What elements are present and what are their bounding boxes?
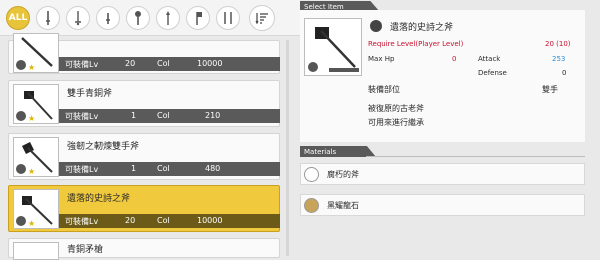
equip-level-value: 20 [125,59,136,68]
max-hp-label: Max Hp [368,55,395,63]
require-level-label: Require Level(Player Level) [368,40,464,48]
star-icon: ★ [28,63,36,72]
list-item[interactable]: ★ 雙手青銅斧 可裝備Lv 1 Col 210 [8,80,280,127]
filter-axe-button[interactable] [186,6,210,30]
axe-type-icon [370,20,382,32]
col-value: 10000 [197,59,223,68]
item-name: 遺落的史詩之斧 [67,194,131,204]
item-name: 強韌之軔煉雙手斧 [67,142,140,152]
material-item[interactable]: 腐朽的斧 [300,163,585,185]
col-value: 10000 [197,216,223,225]
level-badge-icon [15,110,27,122]
level-badge-icon [15,163,27,175]
material-name: 黑耀龍石 [327,201,359,210]
equip-level-label: 可裝備Lv [65,112,99,121]
filter-all-label: ALL [8,13,28,23]
star-icon: ★ [28,167,36,176]
col-value: 480 [205,164,221,173]
equip-level-label: 可裝備Lv [65,60,99,69]
item-thumbnail [13,242,59,260]
equip-level-value: 20 [125,216,136,225]
col-label: Col [157,164,170,173]
filter-mace-button[interactable] [126,6,150,30]
item-thumbnail: ★ [13,33,59,73]
filter-dagger-button[interactable] [96,6,120,30]
one-handed-sword-icon [46,11,50,25]
sort-button[interactable] [249,5,275,31]
list-item[interactable]: 青銅矛槍 [8,238,280,260]
durability-bar [329,68,359,72]
col-label: Col [157,59,170,68]
filter-rapier-button[interactable] [66,6,90,30]
equip-level-value: 1 [131,164,137,173]
require-level-value: 20 (10) [545,40,571,48]
list-item-selected[interactable]: ★ 遺落的史詩之斧 可裝備Lv 20 Col 10000 [8,185,280,232]
item-name: 雙手青銅斧 [67,89,113,99]
detail-item-image [304,18,362,76]
item-stats-strip: 可裝備Lv 20 Col 10000 [59,214,280,228]
filter-two-handed-button[interactable] [216,6,240,30]
star-icon: ★ [28,219,36,228]
equip-level-label: 可裝備Lv [65,165,99,174]
material-item[interactable]: 黑耀龍石 [300,194,585,216]
item-stats-strip: 可裝備Lv 1 Col 480 [59,162,280,176]
slot-label: 裝備部位 [368,85,400,94]
materials-header: Materials [300,146,376,157]
list-scrollbar[interactable] [286,40,289,256]
equip-level-label: 可裝備Lv [65,217,99,226]
sort-icon [255,13,268,25]
item-thumbnail: ★ [13,189,59,229]
star-icon: ★ [28,114,36,123]
spear-icon [166,11,170,25]
list-item[interactable]: ★ 強韌之軔煉雙手斧 可裝備Lv 1 Col 480 [8,133,280,180]
item-detail-panel: 遺落的史詩之斧 Require Level(Player Level) 20 (… [300,10,585,142]
item-thumbnail: ★ [13,137,59,177]
col-value: 210 [205,111,221,120]
materials-header-line [366,156,585,157]
axe-icon [196,12,202,25]
stone-material-icon [304,198,319,213]
col-label: Col [157,216,170,225]
equip-level-value: 1 [131,111,137,120]
mace-icon [135,11,141,25]
level-badge-icon [15,59,27,71]
slot-value: 雙手 [542,85,558,94]
attack-label: Attack [478,55,501,63]
defense-label: Defense [478,69,507,77]
rapier-icon [75,11,81,26]
list-item[interactable]: ★ 可裝備Lv 20 Col 10000 [8,33,280,74]
filter-all-button[interactable]: ALL [6,6,30,30]
filter-spear-button[interactable] [156,6,180,30]
detail-item-name: 遺落的史詩之斧 [390,23,454,33]
item-thumbnail: ★ [13,84,59,124]
max-hp-value: 0 [452,55,457,63]
axe-material-icon [304,167,319,182]
item-stats-strip: 可裝備Lv 1 Col 210 [59,109,280,123]
item-name: 青銅矛槍 [67,245,104,255]
level-badge-icon [307,61,319,73]
item-stats-strip: 可裝備Lv 20 Col 10000 [59,57,280,71]
level-badge-icon [15,215,27,227]
filter-one-handed-sword-button[interactable] [36,6,60,30]
description-line-2: 可用來進行繼承 [368,118,424,127]
two-handed-icon [224,12,232,24]
material-name: 腐朽的斧 [327,170,359,179]
dagger-icon [106,13,110,24]
description-line-1: 被復原的古老斧 [368,104,424,113]
defense-value: 0 [562,69,567,77]
weapon-filter-bar: ALL [0,0,300,36]
col-label: Col [157,111,170,120]
attack-value: 253 [552,55,566,63]
